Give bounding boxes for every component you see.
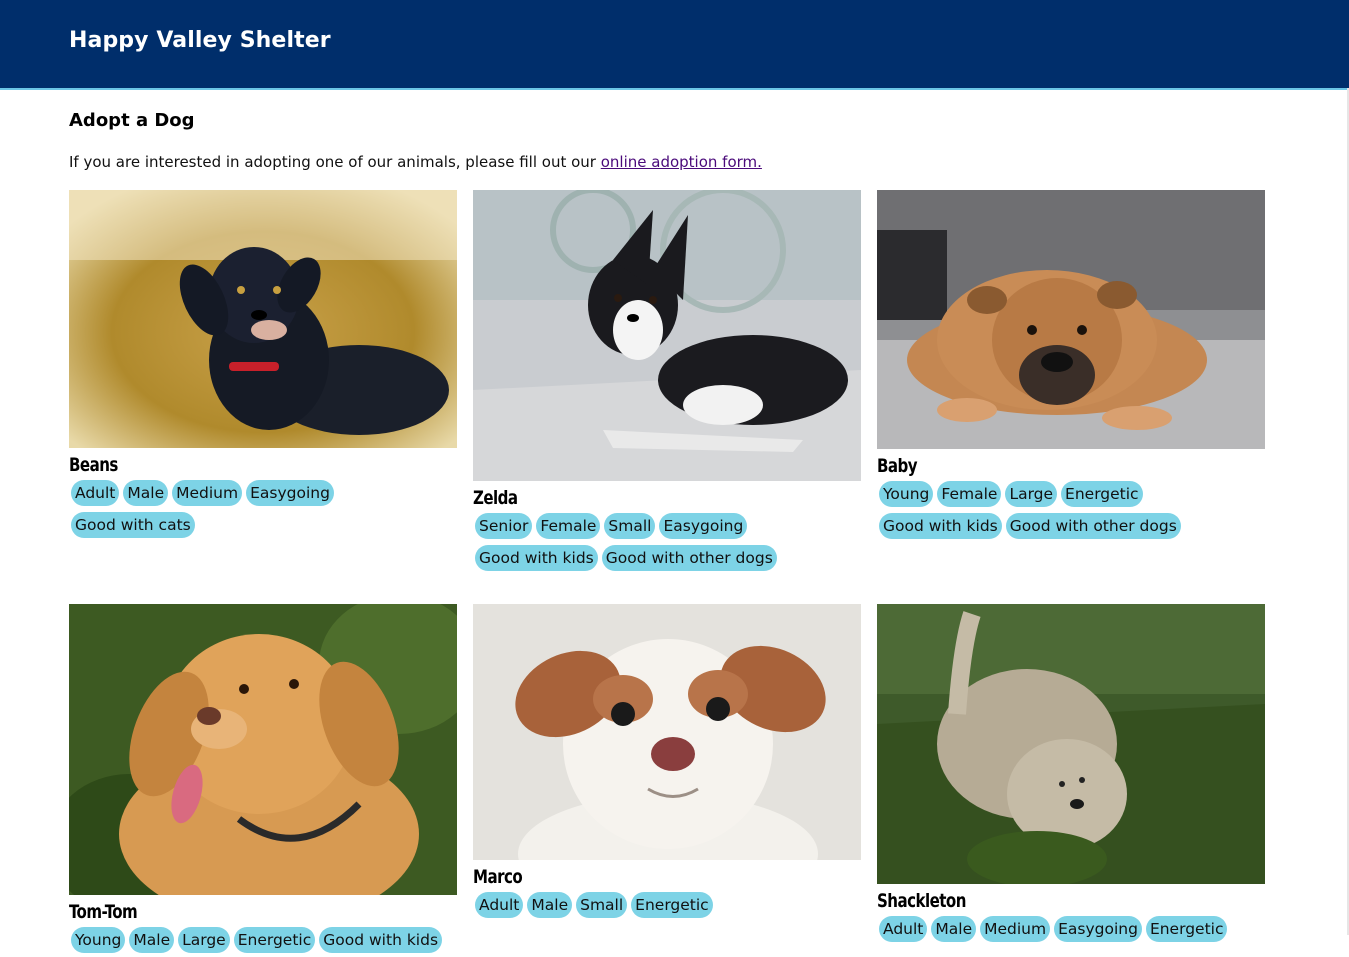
intro-sentence: If you are interested in adopting one of… bbox=[69, 153, 601, 171]
dog-photo-shackleton[interactable] bbox=[877, 604, 1265, 884]
tag-badge: Easygoing bbox=[659, 513, 748, 539]
dog-photo-zelda[interactable] bbox=[473, 190, 861, 481]
tag-badge: Energetic bbox=[631, 892, 713, 918]
tag-badge: Small bbox=[604, 513, 656, 539]
site-title: Happy Valley Shelter bbox=[69, 28, 331, 53]
dog-photo-baby[interactable] bbox=[877, 190, 1265, 449]
dog-tags: Adult Male Medium Easygoing Good with ca… bbox=[69, 478, 457, 542]
tag-badge: Female bbox=[937, 481, 1002, 507]
dog-photo-baby-image bbox=[877, 190, 1265, 449]
dog-tags: Young Female Large Energetic Good with k… bbox=[877, 479, 1265, 543]
dog-card-beans[interactable]: Beans Adult Male Medium Easygoing Good w… bbox=[69, 190, 457, 542]
tag-badge: Medium bbox=[980, 916, 1051, 942]
tag-badge: Male bbox=[931, 916, 977, 942]
intro-text: If you are interested in adopting one of… bbox=[69, 153, 762, 171]
tag-badge: Male bbox=[123, 480, 169, 506]
dog-name: Baby bbox=[877, 455, 918, 477]
adoption-form-link[interactable]: online adoption form. bbox=[601, 153, 762, 171]
dog-photo-tom-tom-image bbox=[69, 604, 457, 895]
dog-photo-tom-tom[interactable] bbox=[69, 604, 457, 895]
dog-card-marco[interactable]: Marco Adult Male Small Energetic bbox=[473, 604, 861, 922]
tag-badge: Adult bbox=[879, 916, 928, 942]
site-header: Happy Valley Shelter bbox=[0, 0, 1349, 90]
tag-badge: Good with other dogs bbox=[601, 545, 777, 571]
tag-badge: Good with other dogs bbox=[1005, 513, 1181, 539]
tag-badge: Good with cats bbox=[71, 512, 195, 538]
dog-tags: Senior Female Small Easygoing Good with … bbox=[473, 511, 861, 575]
tag-badge: Energetic bbox=[233, 927, 316, 953]
tag-badge: Large bbox=[178, 927, 230, 953]
tag-badge: Young bbox=[879, 481, 934, 507]
tag-badge: Female bbox=[536, 513, 601, 539]
tag-badge: Adult bbox=[71, 480, 120, 506]
tag-badge: Good with kids bbox=[319, 927, 443, 953]
dog-card-zelda[interactable]: Zelda Senior Female Small Easygoing Good… bbox=[473, 190, 861, 575]
tag-badge: Small bbox=[576, 892, 628, 918]
dog-name: Marco bbox=[473, 866, 523, 888]
tag-badge: Easygoing bbox=[246, 480, 334, 506]
dog-name: Tom-Tom bbox=[69, 901, 138, 923]
tag-badge: Male bbox=[129, 927, 175, 953]
dog-tags: Young Male Large Energetic Good with kid… bbox=[69, 925, 457, 957]
tag-badge: Male bbox=[527, 892, 573, 918]
tag-badge: Energetic bbox=[1061, 481, 1143, 507]
dog-name: Beans bbox=[69, 454, 118, 476]
tag-badge: Good with kids bbox=[475, 545, 598, 571]
tag-badge: Easygoing bbox=[1054, 916, 1142, 942]
dog-photo-shackleton-image bbox=[877, 604, 1265, 884]
page-title: Adopt a Dog bbox=[69, 110, 195, 131]
dog-photo-marco[interactable] bbox=[473, 604, 861, 860]
tag-badge: Senior bbox=[475, 513, 533, 539]
tag-badge: Young bbox=[71, 927, 126, 953]
tag-badge: Adult bbox=[475, 892, 524, 918]
dog-photo-beans[interactable] bbox=[69, 190, 457, 448]
dog-tags: Adult Male Medium Easygoing Energetic bbox=[877, 914, 1265, 946]
dog-photo-zelda-image bbox=[473, 190, 861, 481]
dog-name: Zelda bbox=[473, 487, 518, 509]
tag-badge: Energetic bbox=[1145, 916, 1228, 942]
dog-card-baby[interactable]: Baby Young Female Large Energetic Good w… bbox=[877, 190, 1265, 543]
dog-tags: Adult Male Small Energetic bbox=[473, 890, 861, 922]
dog-card-shackleton[interactable]: Shackleton Adult Male Medium Easygoing E… bbox=[877, 604, 1265, 946]
tag-badge: Good with kids bbox=[879, 513, 1002, 539]
dog-photo-beans-image bbox=[69, 190, 457, 448]
tag-badge: Large bbox=[1005, 481, 1058, 507]
dog-name: Shackleton bbox=[877, 890, 966, 912]
tag-badge: Medium bbox=[172, 480, 243, 506]
dog-photo-marco-image bbox=[473, 604, 861, 860]
dog-card-tom-tom[interactable]: Tom-Tom Young Male Large Energetic Good … bbox=[69, 604, 457, 957]
